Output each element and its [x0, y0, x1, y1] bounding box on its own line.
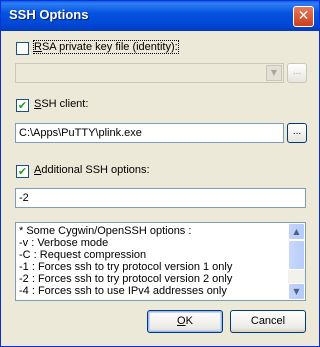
help-text-line: -1 : Forces ssh to try protocol version …	[19, 261, 233, 273]
dropdown-arrow-icon: ▼	[266, 65, 282, 81]
ssh-client-checkbox[interactable]: ✔	[16, 99, 29, 112]
title-bar[interactable]: SSH Options ✕	[1, 1, 319, 31]
help-text-line: -4 : Forces ssh to use IPv4 addresses on…	[19, 285, 227, 297]
additional-options-checkbox[interactable]: ✔	[16, 165, 29, 178]
rsa-key-label[interactable]: RSA private key file (identity):	[33, 40, 179, 54]
ssh-client-path-input[interactable]: C:\Apps\PuTTY\plink.exe	[15, 123, 284, 143]
close-button[interactable]: ✕	[293, 6, 314, 27]
ssh-client-browse-button[interactable]: ...	[287, 123, 307, 143]
additional-options-label[interactable]: Additional SSH options:	[34, 164, 150, 176]
help-text-line: * Some Cygwin/OpenSSH options :	[19, 225, 192, 237]
ssh-options-dialog: SSH Options ✕ RSA private key file (iden…	[0, 0, 320, 347]
additional-options-value: -2	[19, 192, 29, 204]
rsa-key-checkbox[interactable]	[16, 42, 29, 55]
help-textarea[interactable]: * Some Cygwin/OpenSSH options : -v : Ver…	[15, 222, 306, 301]
ok-button[interactable]: OK	[147, 310, 223, 333]
ssh-client-path-value: C:\Apps\PuTTY\plink.exe	[19, 127, 142, 139]
close-icon: ✕	[297, 8, 310, 24]
ssh-client-label[interactable]: SSH client:	[34, 98, 88, 110]
scroll-down-icon[interactable]: ▼	[288, 283, 305, 300]
help-text-lines: * Some Cygwin/OpenSSH options : -v : Ver…	[19, 225, 287, 297]
window-title: SSH Options	[9, 7, 89, 22]
scroll-thumb[interactable]	[288, 240, 305, 270]
vertical-scrollbar[interactable]: ▲ ▼	[288, 223, 305, 300]
rsa-key-browse-button: ...	[287, 63, 307, 83]
help-text-line: -2 : Forces ssh to try protocol version …	[19, 273, 233, 285]
scroll-up-icon[interactable]: ▲	[288, 223, 305, 240]
help-text-line: -v : Verbose mode	[19, 237, 109, 249]
rsa-key-path-combo	[15, 63, 284, 83]
help-text-line: -C : Request compression	[19, 249, 147, 261]
additional-options-input[interactable]: -2	[15, 188, 306, 208]
cancel-button[interactable]: Cancel	[230, 310, 306, 333]
